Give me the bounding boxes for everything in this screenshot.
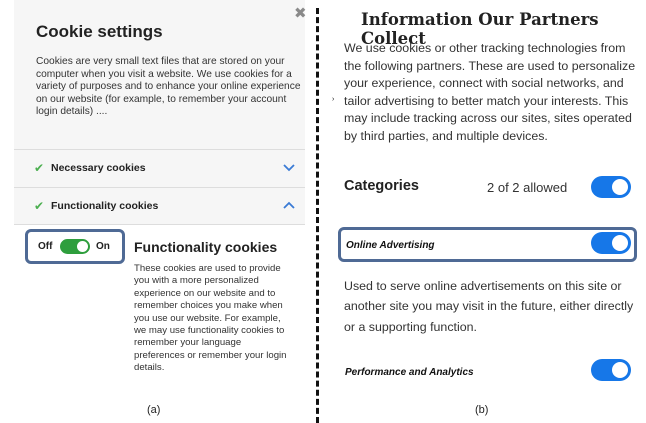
toggle-knob (612, 235, 628, 251)
toggle-knob (612, 362, 628, 378)
panel-divider (316, 8, 319, 423)
functionality-detail-title: Functionality cookies (134, 239, 278, 255)
online-advertising-label: Online Advertising (346, 240, 435, 251)
allowed-count: 2 of 2 allowed (487, 180, 568, 195)
checkmark-icon: ✔ (34, 161, 45, 175)
functionality-detail-text: These cookies are used to provide you wi… (134, 263, 287, 374)
categories-master-toggle[interactable] (591, 176, 631, 198)
divider-mark: › (332, 96, 335, 103)
performance-analytics-label: Performance and Analytics (345, 367, 474, 378)
close-icon[interactable]: ✖ (294, 6, 307, 21)
cookie-settings-title: Cookie settings (36, 22, 163, 41)
caption-b: (b) (475, 404, 489, 416)
online-advertising-toggle[interactable] (591, 232, 631, 254)
functionality-toggle-switch[interactable] (60, 239, 90, 254)
toggle-knob (612, 179, 628, 195)
functionality-cookies-label: Functionality cookies (51, 200, 159, 212)
performance-analytics-toggle[interactable] (591, 359, 631, 381)
necessary-cookies-row[interactable]: ✔ Necessary cookies (14, 149, 305, 186)
caption-a: (a) (147, 404, 161, 416)
functionality-cookies-row[interactable]: ✔ Functionality cookies (14, 187, 305, 225)
toggle-on-label: On (96, 241, 110, 252)
chevron-up-icon[interactable] (281, 197, 297, 213)
chevron-down-icon[interactable] (281, 159, 297, 175)
checkmark-icon: ✔ (34, 199, 45, 213)
partners-description: We use cookies or other tracking technol… (344, 41, 636, 143)
cookie-settings-description: Cookies are very small text files that a… (36, 56, 301, 118)
online-advertising-description: Used to serve online advertisements on t… (344, 279, 634, 334)
categories-title: Categories (344, 178, 419, 194)
functionality-toggle-highlight: Off On (25, 229, 125, 264)
toggle-knob (77, 241, 88, 252)
necessary-cookies-label: Necessary cookies (51, 162, 146, 174)
toggle-off-label: Off (38, 241, 53, 252)
